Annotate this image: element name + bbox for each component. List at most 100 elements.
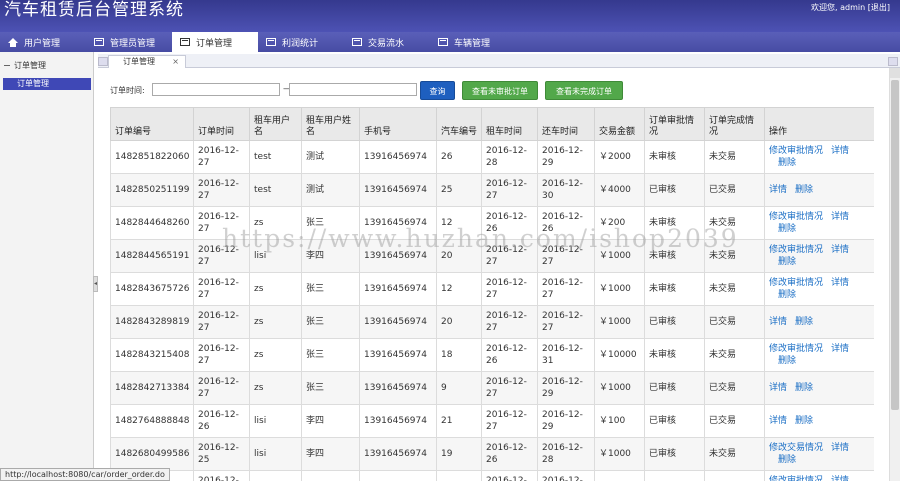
nav-item-users[interactable]: 用户管理 bbox=[0, 32, 86, 52]
cell-rent-time: 2016-12-27 bbox=[481, 173, 538, 207]
sidebar-item-orders[interactable]: 订单管理 bbox=[3, 78, 91, 90]
details-link[interactable]: 详情 bbox=[769, 317, 787, 327]
column-header: 租车时间 bbox=[481, 107, 538, 141]
tab-scroll-right-button[interactable] bbox=[888, 57, 898, 66]
nav-item-profit[interactable]: 利润统计 bbox=[258, 32, 344, 52]
cell-rent-time: 2016-12-26 bbox=[481, 437, 538, 471]
edit-status-link[interactable]: 修改审批情况 bbox=[769, 278, 823, 288]
cell-name: 张三 bbox=[301, 206, 360, 240]
cell-car: 21 bbox=[436, 404, 482, 438]
cell-order-time: 2016-12-27 bbox=[193, 206, 250, 240]
cell-name: 张三 bbox=[301, 470, 360, 481]
cell-rent-time: 2016-12-27 bbox=[481, 404, 538, 438]
delete-link[interactable]: 删除 bbox=[769, 223, 862, 235]
table-row: 1482851822060 2016-12-27 test 测试 13916456974… bbox=[110, 140, 874, 174]
edit-status-link[interactable]: 修改交易情况 bbox=[769, 443, 823, 453]
nav-item-cars[interactable]: 车辆管理 bbox=[430, 32, 516, 52]
edit-status-link[interactable]: 修改审批情况 bbox=[769, 344, 823, 354]
tab-orders[interactable]: 订单管理 × bbox=[108, 55, 186, 68]
view-unapproved-button[interactable]: 查看未审批订单 bbox=[462, 81, 538, 100]
cell-order-time: 2016-12-26 bbox=[193, 404, 250, 438]
cell-rent-time: 2016-12-28 bbox=[481, 140, 538, 174]
collapse-icon bbox=[4, 65, 10, 66]
cell-approval: 已审核 bbox=[644, 404, 705, 438]
end-date-input[interactable] bbox=[289, 83, 417, 96]
details-link[interactable]: 详情 bbox=[769, 185, 787, 195]
cell-id: 1482850251199 bbox=[110, 173, 194, 207]
cell-order-time: 2016-12-27 bbox=[193, 371, 250, 405]
table-header-row: 订单编号 订单时间 租车用户名 租车用户姓名 手机号 汽车编号 租车时间 还车时间 交易金额 订单… bbox=[110, 107, 874, 141]
cell-username: lisi bbox=[249, 404, 302, 438]
view-unfinished-button[interactable]: 查看未完成订单 bbox=[545, 81, 623, 100]
cell-return-time: 2016-12-27 bbox=[537, 470, 595, 481]
cell-phone: 13916456974 bbox=[359, 470, 437, 481]
details-link[interactable]: 详情 bbox=[831, 443, 849, 453]
details-link[interactable]: 详情 bbox=[769, 416, 787, 426]
start-date-input[interactable] bbox=[152, 83, 280, 96]
edit-status-link[interactable]: 修改审批情况 bbox=[769, 146, 823, 156]
content-tabbar: 订单管理 × bbox=[98, 54, 900, 68]
details-link[interactable]: 详情 bbox=[831, 146, 849, 156]
tab-scroll-left-button[interactable] bbox=[98, 57, 108, 66]
scroll-up-button[interactable] bbox=[890, 68, 900, 78]
delete-link[interactable]: 删除 bbox=[769, 157, 862, 169]
close-icon[interactable]: × bbox=[172, 56, 179, 68]
list-icon bbox=[438, 38, 448, 46]
cell-phone: 13916456974 bbox=[359, 437, 437, 471]
cell-phone: 13916456974 bbox=[359, 173, 437, 207]
list-icon bbox=[180, 38, 190, 46]
sidebar-group-header[interactable]: 订单管理 bbox=[4, 60, 46, 71]
table-row: 1482842713384 2016-12-27 zs 张三 13916456974 9 2… bbox=[110, 371, 874, 405]
details-link[interactable]: 详情 bbox=[831, 245, 849, 255]
edit-status-link[interactable]: 修改审批情况 bbox=[769, 476, 823, 481]
cell-phone: 13916456974 bbox=[359, 272, 437, 306]
delete-link[interactable]: 删除 bbox=[769, 256, 862, 268]
vertical-scrollbar[interactable] bbox=[889, 68, 900, 481]
delete-link[interactable]: 删除 bbox=[769, 289, 862, 301]
cell-username: zs bbox=[249, 206, 302, 240]
orders-table: 订单编号 订单时间 租车用户名 租车用户姓名 手机号 汽车编号 租车时间 还车时间 交易金额 订单… bbox=[110, 107, 874, 481]
delete-link[interactable]: 删除 bbox=[795, 317, 813, 327]
delete-link[interactable]: 删除 bbox=[795, 416, 813, 426]
edit-status-link[interactable]: 修改审批情况 bbox=[769, 245, 823, 255]
sidebar-toggle-handle[interactable]: ◂ bbox=[93, 276, 98, 292]
table-row: 1482850251199 2016-12-27 test 测试 13916456974… bbox=[110, 173, 874, 207]
query-button[interactable]: 查询 bbox=[420, 81, 455, 100]
nav-item-orders[interactable]: 订单管理 bbox=[172, 32, 258, 52]
logout-link[interactable]: [退出] bbox=[868, 3, 890, 12]
app-header: 汽车租赁后台管理系统 欢迎您, admin [退出] bbox=[0, 0, 900, 32]
cell-rent-time: 2016-12-27 bbox=[481, 272, 538, 306]
cell-username: test bbox=[249, 173, 302, 207]
table-row: 1482680499586 2016-12-25 lisi 李四 13916456974… bbox=[110, 437, 874, 471]
column-header: 租车用户姓名 bbox=[301, 107, 360, 141]
nav-item-transactions[interactable]: 交易流水 bbox=[344, 32, 430, 52]
cell-username: lisi bbox=[249, 239, 302, 273]
cell-amount: ￥1000 bbox=[594, 272, 645, 306]
details-link[interactable]: 详情 bbox=[831, 476, 849, 481]
delete-link[interactable]: 删除 bbox=[769, 355, 862, 367]
column-header: 订单编号 bbox=[110, 107, 194, 141]
details-link[interactable]: 详情 bbox=[831, 278, 849, 288]
cell-name: 李四 bbox=[301, 404, 360, 438]
details-link[interactable]: 详情 bbox=[831, 344, 849, 354]
delete-link[interactable]: 删除 bbox=[769, 454, 862, 466]
cell-return-time: 2016-12-26 bbox=[537, 206, 595, 240]
details-link[interactable]: 详情 bbox=[769, 383, 787, 393]
details-link[interactable]: 详情 bbox=[831, 212, 849, 222]
cell-actions: 详情 删除 bbox=[764, 371, 874, 405]
cell-phone: 13916456974 bbox=[359, 140, 437, 174]
cell-name: 张三 bbox=[301, 305, 360, 339]
nav-item-admins[interactable]: 管理员管理 bbox=[86, 32, 172, 52]
delete-link[interactable]: 删除 bbox=[795, 383, 813, 393]
cell-order-time: 2016-12-27 bbox=[193, 173, 250, 207]
cell-username: test bbox=[249, 140, 302, 174]
cell-phone: 13916456974 bbox=[359, 239, 437, 273]
cell-amount: ￥1000 bbox=[594, 437, 645, 471]
cell-id: 1482764888848 bbox=[110, 404, 194, 438]
cell-amount: ￥1000 bbox=[594, 305, 645, 339]
cell-name: 测试 bbox=[301, 173, 360, 207]
edit-status-link[interactable]: 修改审批情况 bbox=[769, 212, 823, 222]
scrollbar-thumb[interactable] bbox=[891, 80, 899, 410]
list-icon bbox=[352, 38, 362, 46]
delete-link[interactable]: 删除 bbox=[795, 185, 813, 195]
